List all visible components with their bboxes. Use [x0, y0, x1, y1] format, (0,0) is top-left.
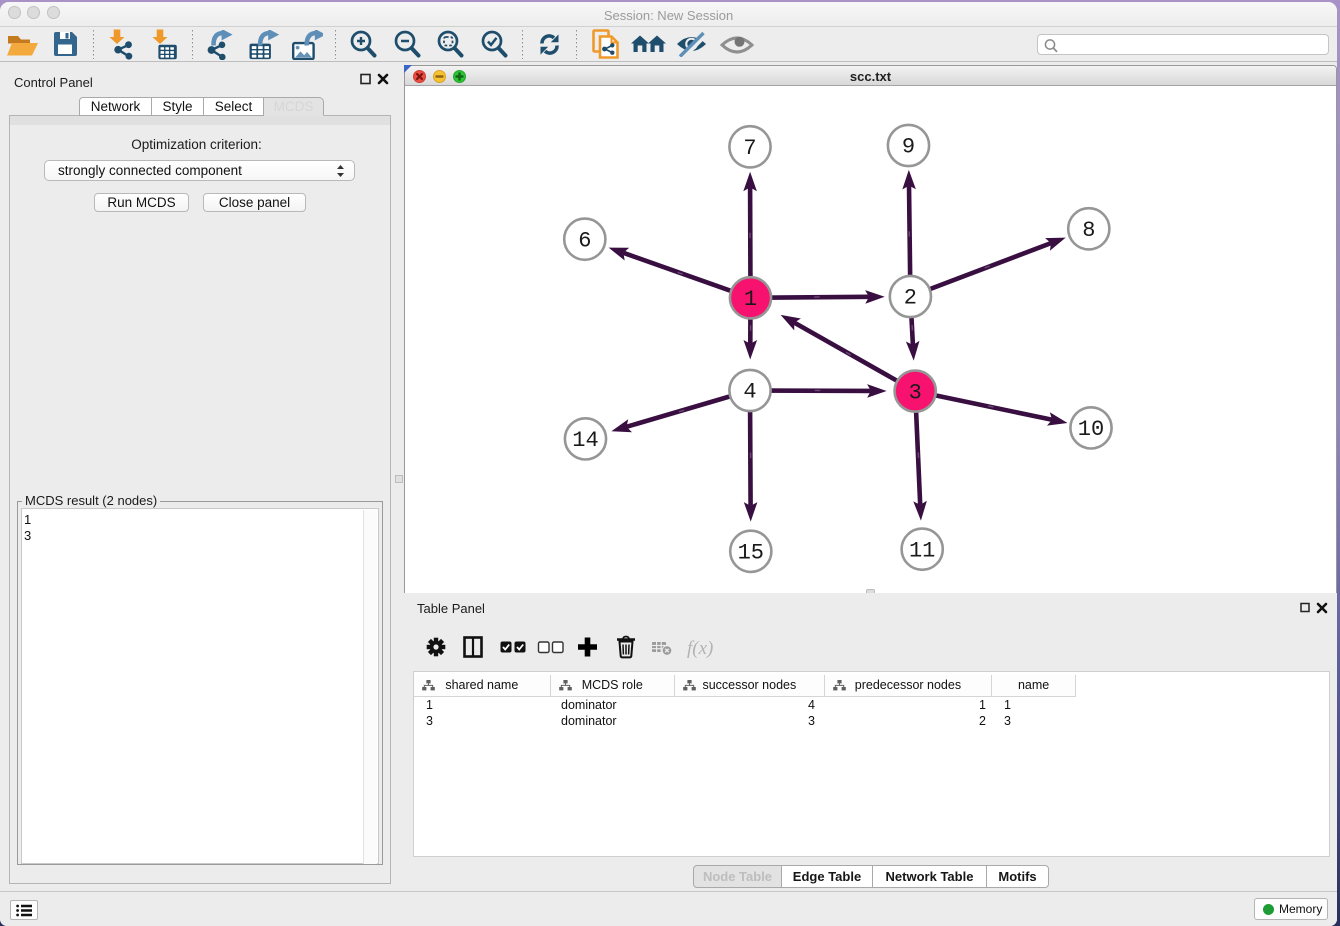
svg-text:9: 9 [902, 135, 915, 160]
svg-text:8: 8 [1082, 218, 1095, 243]
svg-text:14: 14 [572, 428, 598, 453]
svg-text:3: 3 [909, 380, 922, 405]
svg-text:15: 15 [738, 541, 764, 566]
svg-text:10: 10 [1078, 417, 1104, 442]
svg-text:2: 2 [904, 286, 917, 311]
svg-text:1: 1 [744, 287, 757, 312]
svg-text:7: 7 [743, 136, 756, 161]
svg-text:11: 11 [909, 538, 935, 563]
svg-text:4: 4 [743, 380, 756, 405]
svg-text:6: 6 [578, 228, 591, 253]
svg-text:f(x): f(x) [687, 638, 713, 659]
